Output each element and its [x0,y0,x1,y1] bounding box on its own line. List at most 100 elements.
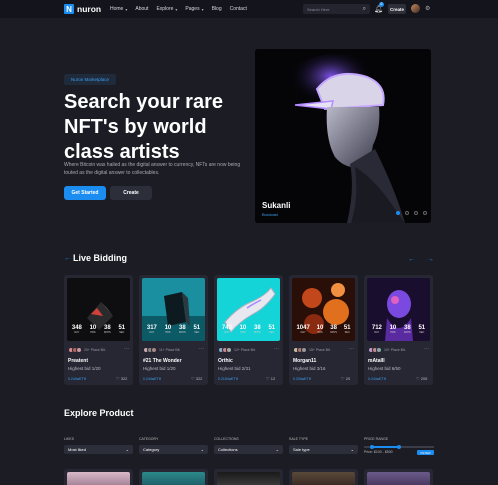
place-bid-count: 20+ Place Bit. [84,348,106,352]
slider-dot[interactable] [396,211,400,215]
hero-create-button[interactable]: Create [110,186,152,200]
heart-icon: ♡ [116,376,120,381]
likes-select[interactable]: Most liked ⌄ [64,445,133,454]
timer-unit: 743 DAY [222,325,232,334]
slider-dot[interactable] [423,211,427,215]
slider-dots [396,211,427,215]
timer-unit: 38 MIN'S [104,325,111,334]
timer-unit: 348 DAY [72,325,82,334]
product-image [67,472,130,485]
timer-unit: 38 MIN'S [254,325,261,334]
like-button[interactable]: ♡ 12 [266,376,275,381]
get-started-button[interactable]: Get Started [64,186,106,200]
nft-title[interactable]: mAtalII [368,358,385,364]
create-button[interactable]: Create [388,4,406,14]
like-count: 322 [195,376,203,381]
owner-avatar[interactable] [376,347,382,353]
bid-card[interactable]: 1047 DAY 10 HRS 38 MIN'S 51 SEC 15+ Place Bit. … [289,275,358,385]
nft-price: 0.334wETH [293,377,312,381]
product-image [367,472,430,485]
more-options-icon[interactable]: ⋯ [349,346,354,352]
owner-avatar[interactable] [76,347,82,353]
timer-label: HRS [165,331,171,334]
timer-unit: 10 HRS [240,325,247,334]
slider-dot[interactable] [414,211,418,215]
search-icon[interactable]: ⌕ [363,6,366,13]
menu-item-about[interactable]: About [135,6,148,12]
explore-title: Explore Product [64,408,134,418]
like-button[interactable]: ♡ 20 [341,376,350,381]
chevron-down-icon: ▾ [201,6,204,12]
highest-bid: Highest bid 1/20 [143,366,176,371]
next-arrow-icon[interactable]: → [427,256,434,263]
filter-button[interactable]: FILTER [417,450,434,455]
timer-label: DAY [149,331,155,334]
product-card[interactable] [64,469,133,485]
bid-card[interactable]: 348 DAY 10 HRS 38 MIN'S 51 SEC 20+ Place Bit. ⋯… [64,275,133,385]
menu-item-explore[interactable]: Explore ▾ [156,6,177,12]
timer-unit: 38 MIN'S [179,325,186,334]
place-bid-count: 12+ Place Bit. [234,348,256,352]
timer-label: HRS [240,331,246,334]
heart-icon: ♡ [266,376,270,381]
menu-item-pages[interactable]: Pages ▾ [185,6,203,12]
prev-arrow-icon[interactable]: ← [408,256,415,263]
menu-label: Blog [211,6,222,12]
logo[interactable]: N nuron [64,4,101,14]
like-button[interactable]: ♡ 205 [416,376,427,381]
price-slider[interactable] [364,444,434,449]
nft-title[interactable]: #21 The Wonder [143,358,182,364]
more-options-icon[interactable]: ⋯ [274,346,279,352]
nft-title[interactable]: Orthic [218,358,233,364]
menu-item-blog[interactable]: Blog [212,6,222,12]
artwork-handle[interactable]: Brodcast [262,212,278,217]
product-card[interactable] [214,469,283,485]
category-select[interactable]: Category ⌄ [139,445,208,454]
select-value: Sale type [293,447,310,452]
owner-avatar[interactable] [151,347,157,353]
more-options-icon[interactable]: ⋯ [199,346,204,352]
bid-card[interactable]: 712 DAY 10 HRS 38 MIN'S 51 SEC 10+ Place Bit. ⋯… [364,275,433,385]
nft-price: 0.244wETH [68,377,87,381]
filter-label-sale-type: SALE TYPE [289,437,309,441]
more-options-icon[interactable]: ⋯ [424,346,429,352]
product-card[interactable] [139,469,208,485]
logo-text: nuron [77,4,102,14]
menu-item-contact[interactable]: Contact [230,6,247,12]
search-input[interactable]: Search Here ⌕ [303,4,370,14]
owner-avatars [68,347,82,353]
bid-card[interactable]: 317 DAY 10 HRS 38 MIN'S 51 SEC 11+ Place Bit. ⋯… [139,275,208,385]
logo-mark: N [64,4,74,14]
price-slider-thumb-max[interactable] [397,444,401,449]
like-button[interactable]: ♡ 322 [191,376,202,381]
owner-avatar[interactable] [226,347,232,353]
product-card[interactable] [364,469,433,485]
sale-type-select[interactable]: Sale type ⌄ [289,445,358,454]
timer-label: DAY [224,331,230,334]
top-navbar: N nuron Home ▾ About Explore ▾ Pages ▾ Blog… [0,0,498,18]
countdown-timer: 743 DAY 10 HRS 38 MIN'S 51 SEC [218,325,279,334]
product-card[interactable] [289,469,358,485]
slider-dot[interactable] [405,211,409,215]
gear-icon[interactable]: ⚙ [425,5,430,12]
menu-label: Contact [229,6,247,12]
menu-label: About [135,6,149,12]
nft-title[interactable]: Morgan11 [293,358,316,364]
nft-title[interactable]: Preatent [68,358,88,364]
heart-icon: ♡ [416,376,420,381]
avatar[interactable] [411,4,420,13]
bid-card[interactable]: 743 DAY 10 HRS 38 MIN'S 51 SEC 12+ Place Bit. ⋯… [214,275,283,385]
collections-select[interactable]: Collections ⌄ [214,445,283,454]
timer-unit: 51 SEC [268,325,275,334]
timer-unit: 51 SEC [344,325,351,334]
like-button[interactable]: ♡ 322 [116,376,127,381]
price-slider-thumb-min[interactable] [370,444,375,449]
countdown-timer: 1047 DAY 10 HRS 38 MIN'S 51 SEC [293,325,354,334]
menu-item-home[interactable]: Home ▾ [110,6,127,12]
hero-artwork[interactable]: Sukanli Brodcast [255,49,431,223]
filter-label-category: CATEGORY [139,437,159,441]
more-options-icon[interactable]: ⋯ [124,346,129,352]
select-value: Most liked [68,447,87,452]
owner-avatar[interactable] [301,347,307,353]
timer-unit: 51 SEC [118,325,125,334]
